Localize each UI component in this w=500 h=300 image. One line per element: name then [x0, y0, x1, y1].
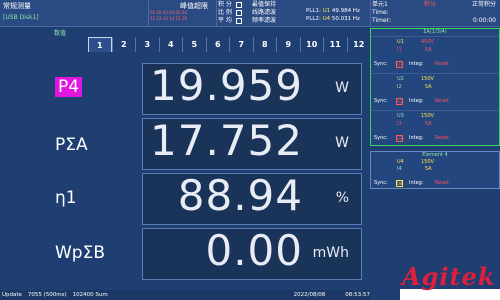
timer-row: Timer: 0:00:00	[372, 17, 496, 24]
flag-indicator-box	[235, 18, 242, 24]
update-count: 7055 (500ms)	[27, 292, 67, 298]
row-2-unit: W	[335, 135, 349, 151]
flag-average: 平 均	[218, 17, 242, 25]
sync-source-box: U3	[396, 135, 403, 142]
divider	[370, 0, 371, 27]
row-4-unit: mWh	[312, 245, 349, 261]
row-3-unit: %	[335, 190, 349, 206]
sync-source-box: U2	[396, 98, 403, 105]
flag-integrate: 积 分	[218, 1, 242, 9]
row-2-value-box[interactable]: 17.752 W	[142, 116, 362, 170]
page-tabs: 1 2 3 4 5 6 7 8 9 10 11 12	[88, 37, 370, 52]
usb-disk-indicator: [USB Disk1]	[3, 14, 39, 21]
pll2-row: PLL2: U4 50.031 Hz	[306, 16, 360, 22]
element-sigma-a-panel[interactable]: ΣA(1/3/4) U1 450V I1 5A Sync: U1 Integ: …	[370, 28, 500, 146]
flag-indicator-box	[235, 2, 242, 8]
flag-indicator-box	[235, 10, 242, 16]
function-flags: 积 分 比 例 平 均	[218, 1, 242, 25]
pll1-row: PLL1: U1 49.984 Hz	[306, 8, 360, 14]
tab-page-10[interactable]: 10	[299, 37, 323, 52]
tab-page-2[interactable]: 2	[111, 37, 135, 52]
sync-source-box: U1	[396, 61, 403, 68]
peak-over-row-2: 11 12 13 14 15 16	[150, 16, 187, 21]
integration-row: 单元1 积分 正常积分	[372, 1, 496, 8]
row-3-value: 88.94	[177, 171, 303, 220]
row-1-label[interactable]: P4	[55, 77, 83, 97]
filter-options: 最值保持 线路滤波 频率滤波	[252, 1, 276, 25]
option-line-filter: 线路滤波	[252, 9, 277, 16]
agitek-logo: Agitek	[402, 262, 496, 291]
option-freq-filter: 频率滤波	[252, 17, 277, 24]
tab-page-5[interactable]: 5	[182, 37, 206, 52]
time-row: Time:	[372, 9, 389, 16]
row-4-label[interactable]: WpΣB	[55, 243, 105, 263]
row-4-value: 0.00	[205, 226, 303, 275]
tab-page-12[interactable]: 12	[346, 37, 370, 52]
sync-source-box: U4	[396, 180, 403, 187]
option-max-hold: 最值保持	[252, 1, 277, 8]
status-date: 2022/08/08	[293, 292, 326, 298]
tab-page-11[interactable]: 11	[323, 37, 347, 52]
status-time: 08:53:57	[345, 292, 370, 298]
element-4-title: Element 4	[422, 152, 448, 158]
flag-scaling: 比 例	[218, 9, 242, 17]
divider	[148, 0, 149, 27]
instrument-screen: 常规测量 [USB Disk1] 峰值超限 01 02 03 04 05 06 …	[0, 0, 500, 300]
row-3-label[interactable]: η1	[55, 188, 77, 208]
element-3-block: U3 150V I3 5A Sync: U3 Integ: Reset	[371, 110, 499, 147]
bottom-status-bar: Update 7055 (500ms) 102400 Sum 2022/08/0…	[0, 290, 370, 300]
integration-status: 单元1 积分 正常积分 Time: Timer: 0:00:00	[372, 1, 500, 25]
row-3-value-box[interactable]: 88.94 %	[142, 171, 362, 225]
top-status-bar: 常规测量 [USB Disk1] 峰值超限 01 02 03 04 05 06 …	[0, 0, 500, 27]
row-2-value: 17.752	[150, 116, 303, 165]
tab-page-7[interactable]: 7	[229, 37, 253, 52]
numeric-panel-label: 数值	[54, 30, 67, 37]
row-4-value-box[interactable]: 0.00 mWh	[142, 226, 362, 280]
row-1-value: 19.959	[150, 61, 303, 110]
element-4-block: U4 150V I4 5A Sync: U4 Integ: Reset	[374, 159, 449, 187]
element-2-block: U2 150V I2 5A Sync: U2 Integ: Reset	[371, 73, 499, 110]
peak-over-row-1: 01 02 03 04 05 06	[150, 10, 187, 15]
element-4-panel[interactable]: Element 4 U4 150V I4 5A Sync: U4 Integ: …	[370, 151, 500, 189]
row-1-unit: W	[335, 80, 349, 96]
row-2-label[interactable]: PΣA	[55, 135, 88, 155]
pll-readout: PLL1: U1 49.984 Hz PLL2: U4 50.031 Hz	[306, 7, 360, 23]
tab-page-3[interactable]: 3	[135, 37, 159, 52]
tab-page-8[interactable]: 8	[252, 37, 276, 52]
element-panel-title: ΣA(1/3/4)	[423, 29, 447, 35]
divider	[216, 0, 217, 27]
update-mode: 102400 Sum	[72, 292, 108, 298]
tab-page-6[interactable]: 6	[205, 37, 229, 52]
tab-page-9[interactable]: 9	[276, 37, 300, 52]
tab-page-1[interactable]: 1	[88, 37, 112, 52]
element-1-block: U1 450V I1 5A Sync: U1 Integ: Reset	[371, 36, 499, 73]
measure-mode-label: 常规测量	[3, 2, 31, 10]
row-1-value-box[interactable]: 19.959 W	[142, 61, 362, 115]
update-label: Update	[2, 292, 22, 298]
tab-page-4[interactable]: 4	[158, 37, 182, 52]
